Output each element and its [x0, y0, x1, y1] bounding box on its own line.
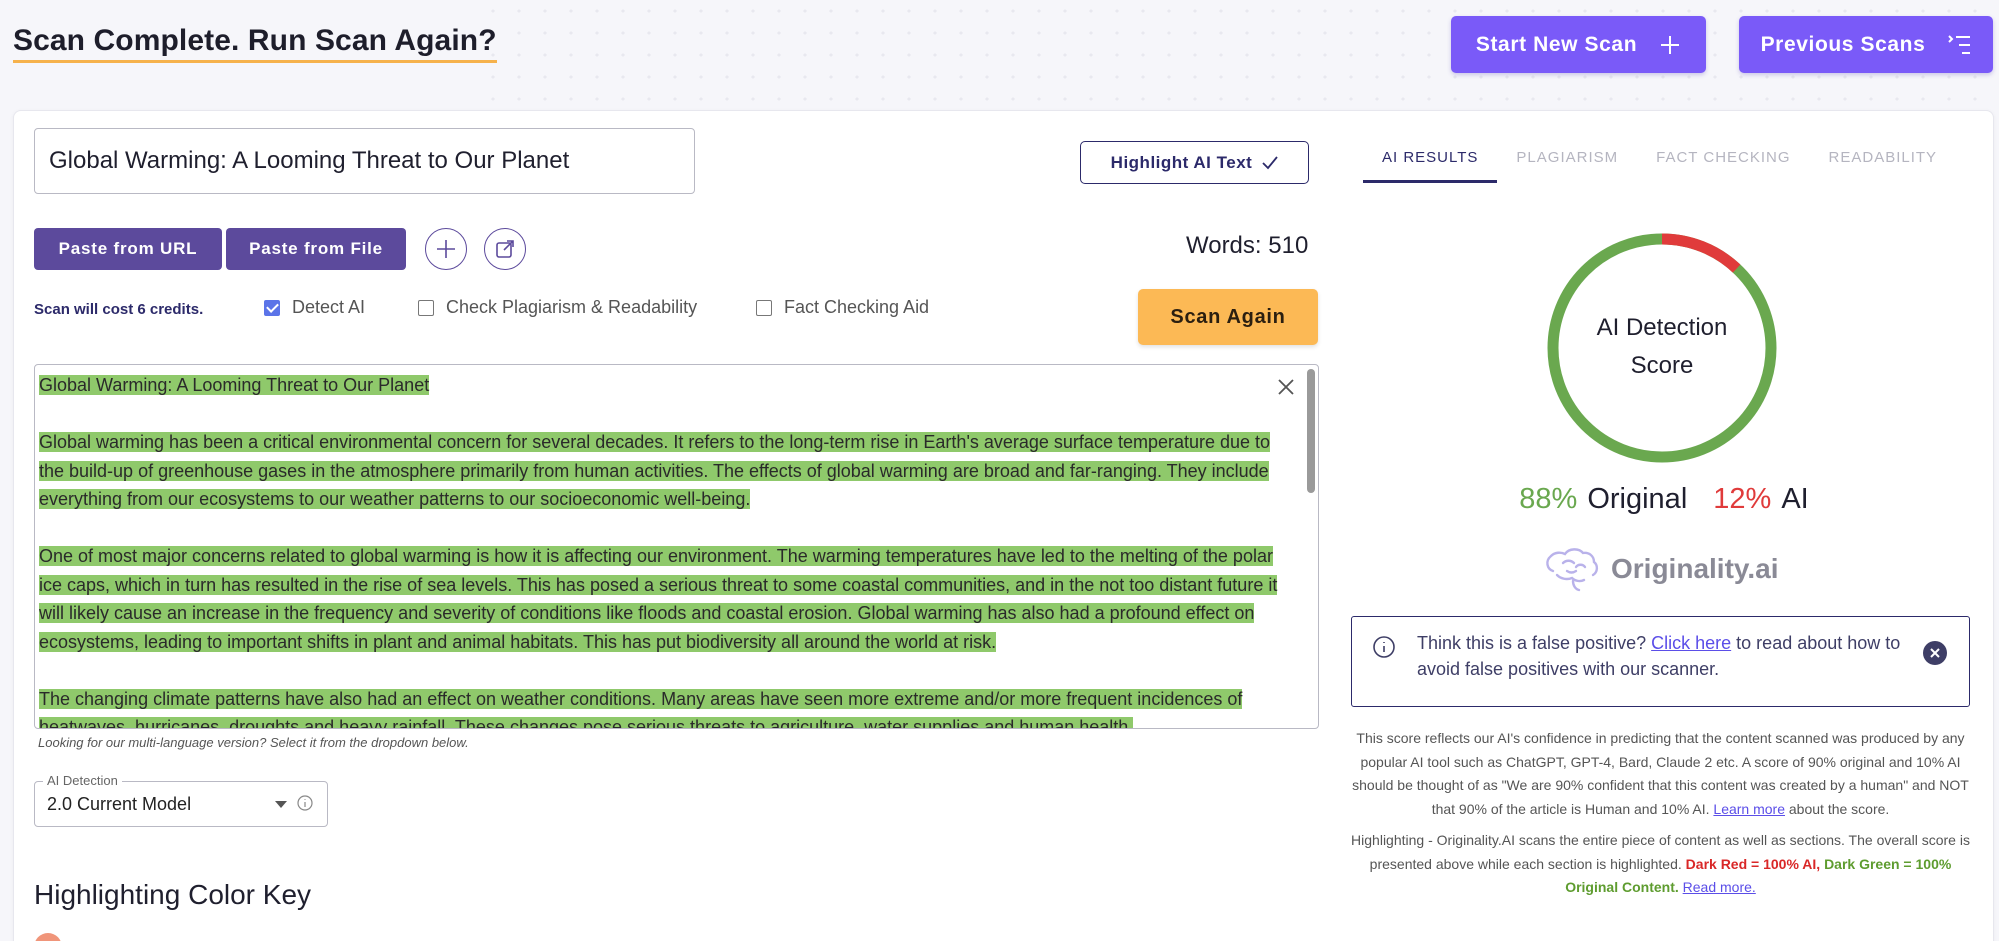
page-title: Scan Complete. Run Scan Again? [13, 24, 497, 63]
score-summary: 88% Original 12% AI [1514, 483, 1814, 516]
highlighted-text: The changing climate patterns have also … [39, 688, 1243, 728]
paragraph: The changing climate patterns have also … [39, 685, 1286, 728]
score-explanation: This score reflects our AI's confidence … [1351, 727, 1970, 900]
paste-from-url-button[interactable]: Paste from URL [34, 228, 222, 270]
color-key-swatch [34, 933, 62, 941]
chevron-down-icon[interactable] [275, 801, 287, 808]
paste-from-file-button[interactable]: Paste from File [226, 228, 406, 270]
plus-icon [437, 240, 455, 258]
logo-text: Originality.ai [1611, 553, 1779, 584]
donut-label-line1: AI Detection [1596, 314, 1728, 341]
start-new-scan-button[interactable]: Start New Scan [1451, 16, 1706, 73]
false-positive-notice: Think this is a false positive? Click he… [1351, 616, 1970, 707]
share-icon [496, 240, 514, 258]
read-more-link[interactable]: Read more. [1683, 879, 1756, 895]
scan-again-button[interactable]: Scan Again [1138, 289, 1318, 345]
multi-language-note: Looking for our multi-language version? … [38, 735, 469, 750]
paragraph: One of most major concerns related to gl… [39, 542, 1286, 656]
scan-panel: Global Warming: A Looming Threat to Our … [13, 110, 1994, 941]
info-icon[interactable] [297, 795, 313, 811]
model-select-legend: AI Detection [43, 773, 122, 788]
highlighted-text: Global warming has been a critical envir… [39, 432, 1271, 509]
previous-scans-label: Previous Scans [1760, 32, 1926, 56]
title-input[interactable]: Global Warming: A Looming Threat to Our … [34, 128, 695, 194]
paragraph-title: Global Warming: A Looming Threat to Our … [39, 371, 1286, 400]
previous-scans-button[interactable]: Previous Scans [1739, 16, 1993, 73]
learn-more-link[interactable]: Learn more [1713, 801, 1785, 817]
detect-ai-checkbox[interactable]: Detect AI [264, 297, 365, 318]
highlight-ai-text-label: Highlight AI Text [1110, 152, 1253, 172]
plagiarism-box[interactable] [418, 299, 434, 316]
original-percent: 88% [1519, 483, 1578, 515]
highlighted-text: Global Warming: A Looming Threat to Our … [39, 375, 430, 395]
tab-ai-results[interactable]: AI RESULTS [1363, 149, 1498, 183]
plagiarism-label: Check Plagiarism & Readability [446, 297, 698, 317]
plus-icon [1661, 35, 1680, 54]
word-count: Words: 510 [1186, 232, 1309, 259]
check-icon [1262, 155, 1279, 169]
results-tabs: AI RESULTS PLAGIARISM FACT CHECKING READ… [1363, 149, 1956, 183]
list-icon [1948, 34, 1971, 54]
detect-ai-label: Detect AI [292, 297, 366, 317]
false-positive-link[interactable]: Click here [1651, 633, 1731, 653]
color-key-title: Highlighting Color Key [34, 879, 312, 910]
originality-logo: Originality.ai [1543, 545, 1779, 593]
detect-ai-box[interactable] [264, 299, 280, 316]
ai-percent: 12% [1713, 483, 1772, 515]
content-body: Global Warming: A Looming Threat to Our … [35, 365, 1318, 728]
fact-checking-checkbox[interactable]: Fact Checking Aid [756, 297, 929, 318]
tab-fact-checking[interactable]: FACT CHECKING [1637, 149, 1809, 183]
plagiarism-checkbox[interactable]: Check Plagiarism & Readability [418, 297, 697, 318]
tab-readability[interactable]: READABILITY [1810, 149, 1957, 183]
model-select[interactable]: AI Detection 2.0 Current Model [34, 773, 328, 827]
scan-cost: Scan will cost 6 credits. [34, 301, 204, 318]
ai-label: AI [1781, 483, 1809, 515]
start-new-scan-label: Start New Scan [1475, 32, 1638, 56]
original-label: Original [1587, 483, 1688, 515]
close-icon[interactable] [1923, 641, 1947, 665]
info-icon [1373, 636, 1395, 658]
fact-checking-box[interactable] [756, 299, 772, 316]
false-positive-question: Think this is a false positive? [1417, 633, 1647, 653]
scrollbar-thumb[interactable] [1307, 369, 1315, 493]
model-select-value: 2.0 Current Model [47, 794, 192, 814]
brain-icon [1546, 548, 1599, 592]
donut-label: AI Detection Score [1545, 309, 1779, 385]
fact-checking-label: Fact Checking Aid [784, 297, 930, 317]
highlight-ai-text-button[interactable]: Highlight AI Text [1080, 141, 1309, 184]
donut-label-line2: Score [1630, 352, 1694, 379]
highlighted-text: One of most major concerns related to gl… [39, 546, 1278, 652]
paragraph: Global warming has been a critical envir… [39, 428, 1286, 514]
explanation-paragraph: This score reflects our AI's confidence … [1351, 727, 1970, 821]
dark-red-note: Dark Red = 100% AI, [1685, 855, 1821, 872]
content-textarea[interactable]: Global Warming: A Looming Threat to Our … [34, 364, 1319, 729]
add-button[interactable] [425, 228, 467, 270]
tab-plagiarism[interactable]: PLAGIARISM [1497, 149, 1637, 183]
clear-text-icon[interactable] [1278, 379, 1294, 395]
explanation-tail: about the score. [1788, 800, 1890, 817]
share-button[interactable] [484, 228, 526, 270]
highlighting-paragraph: Highlighting - Originality.AI scans the … [1351, 829, 1970, 900]
false-positive-text: Think this is a false positive? Click he… [1417, 630, 1917, 682]
